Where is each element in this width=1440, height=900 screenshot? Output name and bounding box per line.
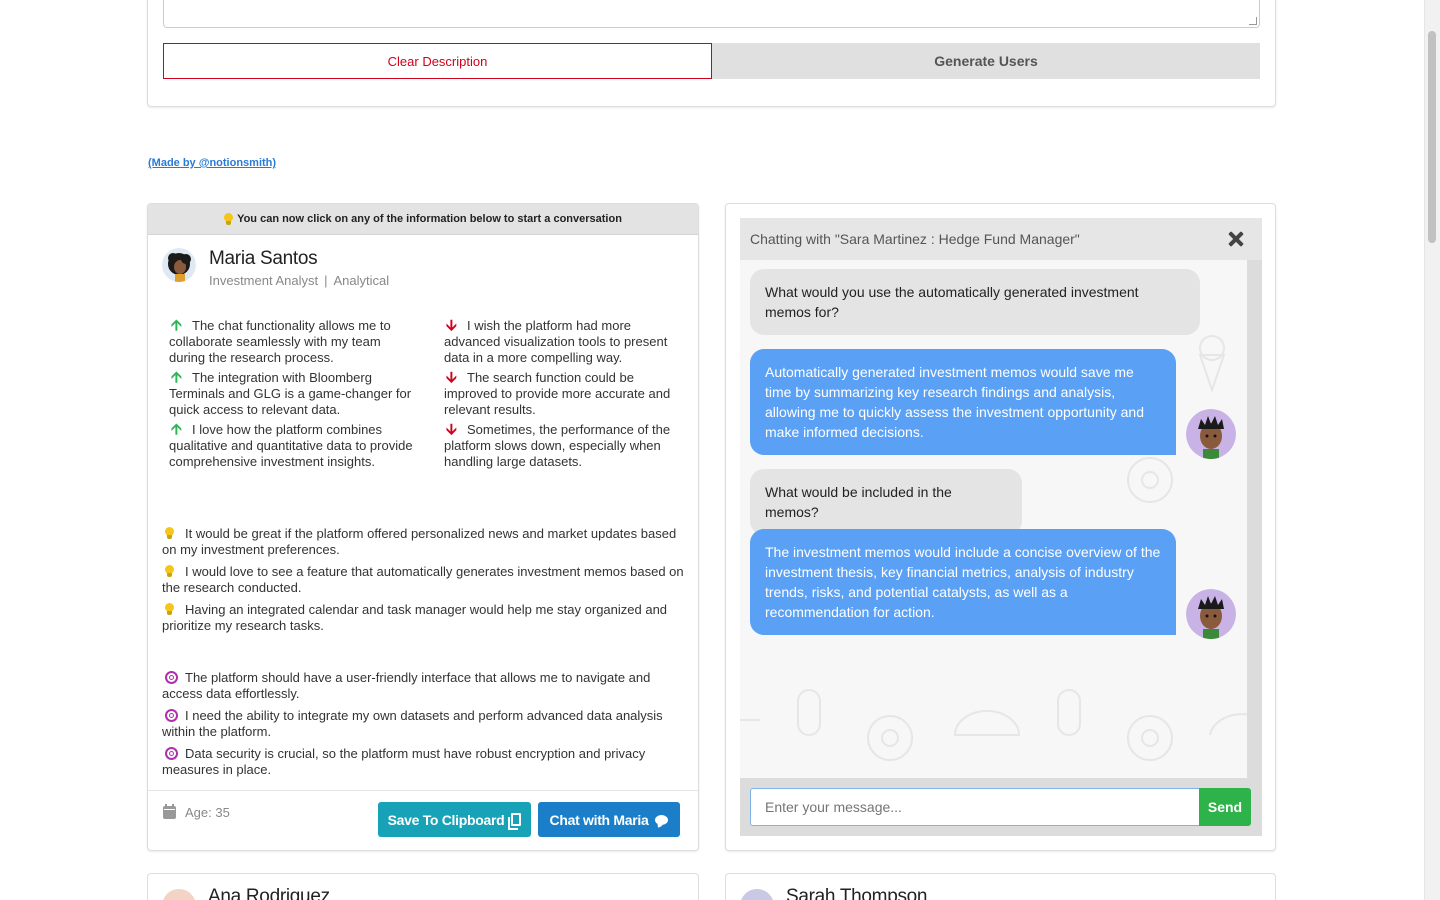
persona-name[interactable]: Ana Rodriguez <box>208 886 330 900</box>
chat-scrollbar[interactable] <box>1247 260 1262 778</box>
generator-form: Clear Description Generate Users <box>147 0 1276 107</box>
scrollbar-thumb[interactable] <box>1428 31 1436 243</box>
persona-card: Ana Rodriguez <box>147 873 699 900</box>
arrow-down-icon: 🡫 <box>446 421 457 438</box>
arrow-down-icon: 🡫 <box>446 317 457 334</box>
persona-name[interactable]: Sarah Thompson <box>786 886 928 900</box>
chat-title: Chatting with "Sara Martinez : Hedge Fun… <box>750 231 1080 247</box>
user-message: What would you use the automatically gen… <box>750 269 1200 335</box>
con-item[interactable]: 🡫 The search function could be improved t… <box>444 370 689 418</box>
chat-card: Chatting with "Sara Martinez : Hedge Fun… <box>725 203 1276 851</box>
bot-message: The investment memos would include a con… <box>750 529 1176 635</box>
calendar-icon <box>163 804 176 819</box>
lightbulb-icon <box>165 565 174 577</box>
made-by-link[interactable]: (Made by @notionsmith) <box>148 157 276 169</box>
page-scrollbar[interactable] <box>1424 0 1440 900</box>
persona-subtitle: Investment Analyst | Analytical <box>209 273 389 288</box>
age-info: Age: 35 <box>163 804 230 820</box>
target-icon <box>165 747 178 760</box>
banner-text: You can now click on any of the informat… <box>237 213 622 225</box>
conversation-hint-banner: You can now click on any of the informat… <box>148 204 698 235</box>
chat-bubble-icon <box>655 814 669 825</box>
lightbulb-icon <box>224 213 234 225</box>
clipboard-label: Save To Clipboard <box>387 811 505 828</box>
clipboard-icon <box>508 813 522 830</box>
ideas-list: It would be great if the platform offere… <box>162 526 686 640</box>
pro-item[interactable]: 🡩 I love how the platform combines qualit… <box>169 422 414 470</box>
send-button[interactable]: Send <box>1199 788 1251 826</box>
lightbulb-icon <box>165 527 174 539</box>
close-icon[interactable] <box>1226 229 1246 249</box>
persona-header[interactable]: Maria Santos Investment Analyst | Analytic… <box>162 248 389 288</box>
avatar <box>1186 409 1236 459</box>
goal-item[interactable]: The platform should have a user-friendly… <box>162 670 686 702</box>
arrow-up-icon: 🡩 <box>171 317 182 334</box>
arrow-up-icon: 🡩 <box>171 421 182 438</box>
chat-with-persona-button[interactable]: Chat with Maria <box>538 802 680 837</box>
target-icon <box>165 671 178 684</box>
persona-name[interactable]: Maria Santos <box>209 248 389 270</box>
persona-footer: Age: 35 Save To Clipboard Chat with Mari… <box>148 790 698 850</box>
pro-item[interactable]: 🡩 The integration with Bloomberg Terminal… <box>169 370 414 418</box>
persona-role[interactable]: Investment Analyst <box>209 273 318 288</box>
clear-description-button[interactable]: Clear Description <box>163 43 712 79</box>
description-textarea[interactable] <box>163 0 1260 28</box>
avatar <box>162 889 196 900</box>
persona-trait[interactable]: Analytical <box>334 273 390 288</box>
chat-label: Chat with Maria <box>549 811 649 828</box>
lightbulb-icon <box>165 603 174 615</box>
chat-header: Chatting with "Sara Martinez : Hedge Fun… <box>740 218 1262 260</box>
generate-users-button[interactable]: Generate Users <box>712 43 1260 79</box>
idea-item[interactable]: I would love to see a feature that autom… <box>162 564 686 596</box>
chat-input-bar: Send <box>740 778 1262 836</box>
age-text: Age: 35 <box>185 805 230 820</box>
arrow-up-icon: 🡩 <box>171 369 182 386</box>
avatar <box>740 889 774 900</box>
con-item[interactable]: 🡫 I wish the platform had more advanced v… <box>444 318 689 366</box>
idea-item[interactable]: Having an integrated calendar and task m… <box>162 602 686 634</box>
goals-list: The platform should have a user-friendly… <box>162 670 686 784</box>
resize-grip-icon[interactable] <box>1249 17 1257 25</box>
con-item[interactable]: 🡫 Sometimes, the performance of the platf… <box>444 422 689 470</box>
message-input[interactable] <box>750 788 1200 826</box>
arrow-down-icon: 🡫 <box>446 369 457 386</box>
chat-window: Chatting with "Sara Martinez : Hedge Fun… <box>740 218 1262 836</box>
pro-item[interactable]: 🡩 The chat functionality allows me to col… <box>169 318 414 366</box>
separator: | <box>324 273 328 288</box>
persona-card: You can now click on any of the informat… <box>147 203 699 851</box>
user-message: What would be included in the memos? <box>750 469 1022 535</box>
save-to-clipboard-button[interactable]: Save To Clipboard <box>378 802 531 837</box>
cons-list: 🡫 I wish the platform had more advanced v… <box>444 318 689 474</box>
avatar <box>1186 589 1236 639</box>
goal-item[interactable]: Data security is crucial, so the platfor… <box>162 746 686 778</box>
target-icon <box>165 709 178 722</box>
goal-item[interactable]: I need the ability to integrate my own d… <box>162 708 686 740</box>
avatar <box>162 248 196 282</box>
bot-message: Automatically generated investment memos… <box>750 349 1176 455</box>
idea-item[interactable]: It would be great if the platform offere… <box>162 526 686 558</box>
pros-list: 🡩 The chat functionality allows me to col… <box>169 318 414 474</box>
persona-card: Sarah Thompson <box>725 873 1276 900</box>
